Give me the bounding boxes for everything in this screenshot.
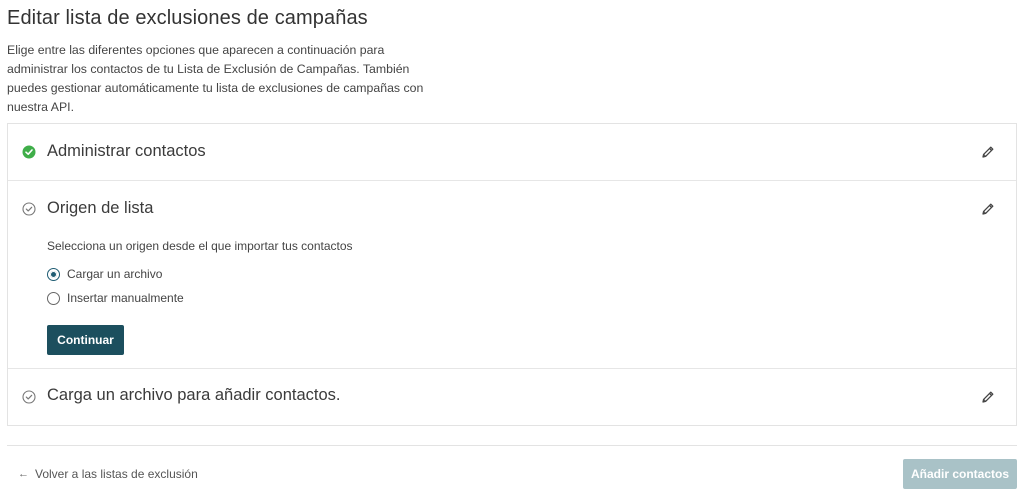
step-carga-archivo: Carga un archivo para añadir contactos. xyxy=(8,369,1016,426)
pencil-icon[interactable] xyxy=(980,144,996,160)
arrow-left-icon: ← xyxy=(18,468,29,480)
radio-insertar-manualmente[interactable]: Insertar manualmente xyxy=(47,291,184,305)
back-to-lists-link[interactable]: ← Volver a las listas de exclusión xyxy=(18,467,198,481)
page-title: Editar lista de exclusiones de campañas xyxy=(7,7,368,29)
page-intro: Elige entre las diferentes opciones que … xyxy=(7,43,424,114)
step-administrar-contactos: Administrar contactos xyxy=(8,124,1016,181)
check-circle-outline-icon xyxy=(22,202,36,216)
continue-button[interactable]: Continuar xyxy=(47,325,124,355)
step-title: Administrar contactos xyxy=(47,142,206,160)
back-link-label: Volver a las listas de exclusión xyxy=(35,467,198,481)
add-contacts-button[interactable]: Añadir contactos xyxy=(903,459,1017,489)
steps-card: Administrar contactos Origen de lista Se… xyxy=(7,123,1017,426)
pencil-icon[interactable] xyxy=(980,389,996,405)
step-title: Origen de lista xyxy=(47,199,154,217)
radio-label: Cargar un archivo xyxy=(67,267,163,281)
check-circle-filled-icon xyxy=(22,145,36,159)
radio-cargar-archivo[interactable]: Cargar un archivo xyxy=(47,267,162,281)
footer-divider xyxy=(7,445,1017,446)
radio-label: Insertar manualmente xyxy=(67,291,184,305)
radio-button[interactable] xyxy=(47,291,60,305)
step-title: Carga un archivo para añadir contactos. xyxy=(47,386,341,404)
radio-button-selected[interactable] xyxy=(47,267,60,281)
pencil-icon[interactable] xyxy=(980,201,996,217)
origin-prompt: Selecciona un origen desde el que import… xyxy=(47,239,353,253)
check-circle-outline-icon xyxy=(22,390,36,404)
step-origen-de-lista: Origen de lista Selecciona un origen des… xyxy=(8,181,1016,369)
